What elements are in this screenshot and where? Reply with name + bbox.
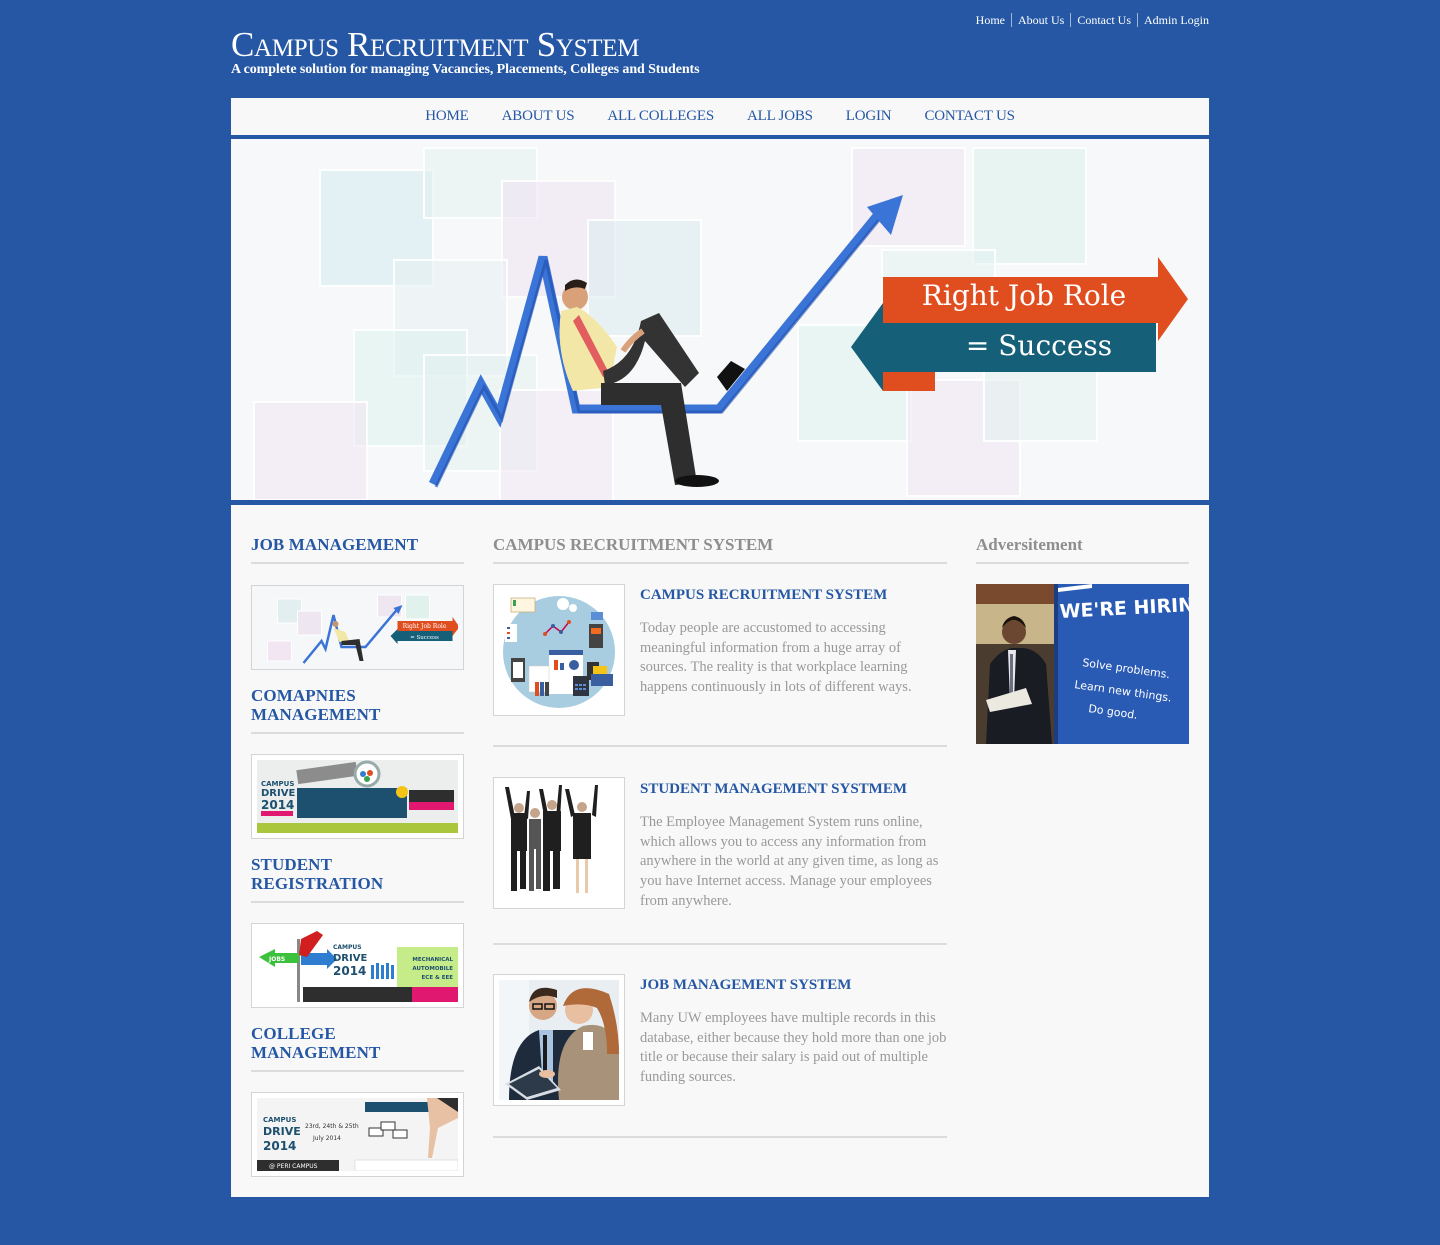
right-sidebar: Adversitement WE'RE HIRING Solve problem… (976, 535, 1189, 744)
analytics-illustration (503, 596, 615, 708)
svg-text:MECHANICAL: MECHANICAL (412, 957, 453, 963)
campus-drive-jobs-thumbnail: JOBS CAMPUS DRIVE 2014 MECHANICAL AUTOMO… (257, 929, 458, 1002)
svg-text:DRIVE: DRIVE (263, 1125, 301, 1138)
article-image-team[interactable] (493, 777, 625, 909)
left-sidebar: JOB MANAGEMENT Right Job Role = Success … (251, 535, 464, 1193)
svg-text:AUTOMOBILE: AUTOMOBILE (412, 966, 453, 972)
reclining-man-illustration (559, 279, 745, 487)
site-tagline: A complete solution for managing Vacanci… (231, 62, 700, 77)
article-card: STUDENT MANAGEMENT SYSTMEM The Employee … (493, 747, 947, 945)
sidebar-heading-job-management[interactable]: JOB MANAGEMENT (251, 535, 464, 564)
top-link-about-us[interactable]: About Us (1010, 13, 1070, 27)
site-brand: Campus Recruitment System A complete sol… (231, 26, 700, 78)
article-body: Many UW employees have multiple records … (640, 1010, 947, 1086)
svg-text:23rd, 24th & 25th: 23rd, 24th & 25th (305, 1123, 359, 1130)
colleagues-with-tablet-photo (499, 980, 619, 1100)
article-card: JOB MANAGEMENT SYSTEM Many UW employees … (493, 945, 947, 1138)
sidebar-thumb-companies-management[interactable]: CAMPUS DRIVE 2014 (251, 754, 464, 839)
right-job-role-thumbnail: Right Job Role = Success (267, 594, 460, 664)
nav-about-us[interactable]: ABOUT US (485, 108, 591, 125)
svg-text:CAMPUS: CAMPUS (261, 780, 294, 788)
sidebar-heading-college-management[interactable]: COLLEGE MANAGEMENT (251, 1024, 464, 1072)
sidebar-thumb-college-management[interactable]: CAMPUS DRIVE 2014 23rd, 24th & 25th July… (251, 1092, 464, 1177)
top-link-home[interactable]: Home (970, 13, 1011, 27)
were-hiring-ad-image: WE'RE HIRING Solve problems. Learn new t… (976, 584, 1189, 744)
nav-all-colleges[interactable]: ALL COLLEGES (591, 108, 731, 125)
top-link-admin-login[interactable]: Admin Login (1137, 13, 1209, 27)
article-card: CAMPUS RECRUITMENT SYSTEM Today people a… (493, 564, 947, 747)
growth-chart-illustration (428, 195, 1188, 488)
article-title[interactable]: STUDENT MANAGEMENT SYSTMEM (640, 780, 907, 798)
top-link-contact-us[interactable]: Contact Us (1070, 13, 1137, 27)
campus-drive-thumbnail: CAMPUS DRIVE 2014 (257, 760, 458, 833)
top-utility-nav: Home About Us Contact Us Admin Login (970, 13, 1209, 27)
main-nav: HOME ABOUT US ALL COLLEGES ALL JOBS LOGI… (231, 98, 1209, 138)
thumb-text: Right Job Role (403, 623, 447, 630)
article-title[interactable]: CAMPUS RECRUITMENT SYSTEM (640, 586, 887, 604)
svg-text:2014: 2014 (261, 798, 294, 812)
nav-all-jobs[interactable]: ALL JOBS (731, 108, 830, 125)
advertisement-banner[interactable]: WE'RE HIRING Solve problems. Learn new t… (976, 584, 1189, 744)
svg-text:2014: 2014 (263, 1139, 296, 1153)
article-image-analytics[interactable] (493, 584, 625, 716)
svg-text:2014: 2014 (333, 964, 366, 978)
site-title[interactable]: Campus Recruitment System (231, 26, 699, 64)
sidebar-thumb-student-registration[interactable]: JOBS CAMPUS DRIVE 2014 MECHANICAL AUTOMO… (251, 923, 464, 1008)
nav-contact-us[interactable]: CONTACT US (908, 108, 1031, 125)
article-image-colleagues[interactable] (493, 974, 625, 1106)
advertisement-heading: Adversitement (976, 535, 1189, 564)
svg-text:CAMPUS: CAMPUS (333, 944, 362, 951)
svg-text:= Success: = Success (410, 635, 439, 641)
nav-login[interactable]: LOGIN (829, 108, 908, 125)
hero-headline-1: Right Job Role (921, 279, 1127, 312)
svg-text:JOBS: JOBS (268, 956, 285, 963)
jumping-business-people-photo (499, 783, 619, 903)
article-body: The Employee Management System runs onli… (640, 814, 939, 909)
sidebar-heading-companies-management[interactable]: COMAPNIES MANAGEMENT (251, 686, 381, 724)
svg-text:ECE & EEE: ECE & EEE (422, 975, 454, 981)
svg-text:CAMPUS: CAMPUS (263, 1116, 296, 1124)
hero-banner: Right Job Role = Success (231, 139, 1209, 505)
sidebar-thumb-job-management[interactable]: Right Job Role = Success (251, 585, 464, 670)
svg-text:July 2014: July 2014 (312, 1135, 341, 1142)
svg-text:DRIVE: DRIVE (333, 953, 367, 964)
hero-headline-2: = Success (965, 329, 1113, 362)
article-title[interactable]: JOB MANAGEMENT SYSTEM (640, 976, 851, 994)
campus-drive-july-thumbnail: CAMPUS DRIVE 2014 23rd, 24th & 25th July… (257, 1098, 459, 1172)
content-area: JOB MANAGEMENT Right Job Role = Success … (231, 505, 1209, 1197)
main-heading: CAMPUS RECRUITMENT SYSTEM (493, 535, 947, 564)
nav-home[interactable]: HOME (409, 108, 485, 125)
main-column: CAMPUS RECRUITMENT SYSTEM CAMPUS RECRUIT… (493, 535, 947, 1138)
svg-text:@ PERI CAMPUS: @ PERI CAMPUS (269, 1163, 318, 1170)
article-body: Today people are accustomed to accessing… (640, 620, 912, 696)
divider (251, 732, 464, 734)
sidebar-heading-student-registration[interactable]: STUDENT REGISTRATION (251, 855, 464, 903)
page-container: HOME ABOUT US ALL COLLEGES ALL JOBS LOGI… (231, 98, 1209, 1197)
